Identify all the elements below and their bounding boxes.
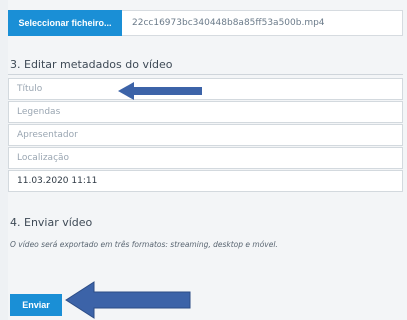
presenter-input[interactable]: Apresentador: [8, 124, 403, 146]
location-input[interactable]: Localização: [8, 147, 403, 169]
title-input[interactable]: Título: [8, 78, 403, 100]
section-divider: [8, 74, 403, 75]
subtitles-input[interactable]: Legendas: [8, 101, 403, 123]
arrow-left-icon: [118, 82, 202, 100]
metadata-section-title: 3. Editar metadados do vídeo: [10, 58, 173, 71]
file-picker: Seleccionar ficheiro... 22cc16973bc34044…: [8, 10, 403, 36]
date-input[interactable]: 11.03.2020 11:11: [8, 170, 403, 192]
select-file-button[interactable]: Seleccionar ficheiro...: [8, 10, 122, 36]
arrow-left-icon: [65, 281, 191, 319]
send-section-title: 4. Enviar vídeo: [10, 216, 93, 229]
send-button[interactable]: Enviar: [10, 294, 62, 316]
selected-file-name: 22cc16973bc340448b8a85ff53a500b.mp4: [122, 10, 403, 36]
export-note: O vídeo será exportado em três formatos:…: [10, 240, 278, 249]
